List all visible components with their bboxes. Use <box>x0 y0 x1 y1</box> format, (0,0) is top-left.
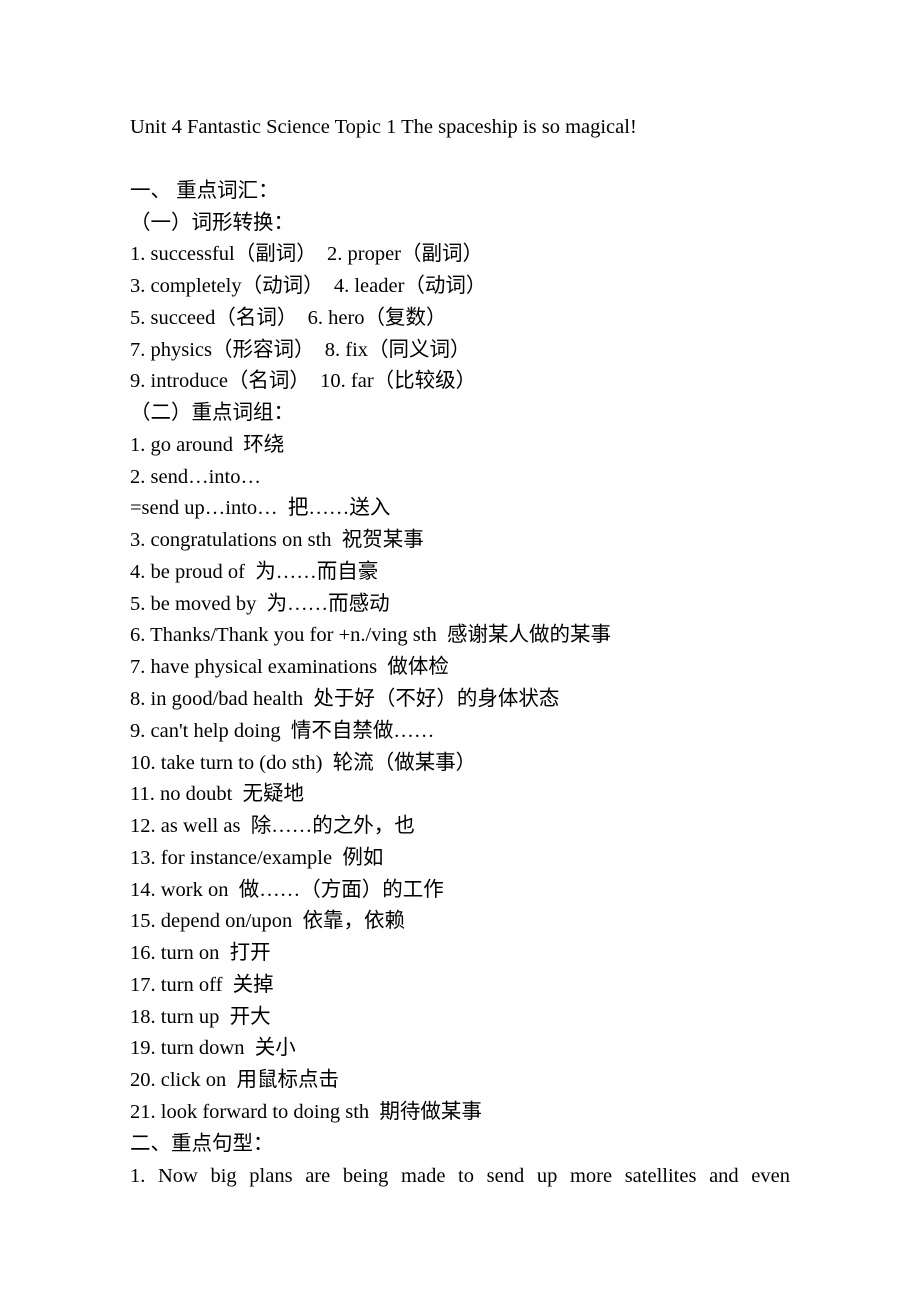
phrase-line-7: 6. Thanks/Thank you for +n./ving sth 感谢某… <box>130 620 790 652</box>
phrase-line-19: 18. turn up 开大 <box>130 1002 790 1034</box>
phrase-line-11: 10. take turn to (do sth) 轮流（做某事） <box>130 748 790 780</box>
phrase-line-1: 1. go around 环绕 <box>130 430 790 462</box>
form-line-2: 3. completely（动词） 4. leader（动词） <box>130 271 790 303</box>
phrase-line-9: 8. in good/bad health 处于好（不好）的身体状态 <box>130 684 790 716</box>
form-line-5: 9. introduce（名词） 10. far（比较级） <box>130 366 790 398</box>
section1-sub1-heading: （一）词形转换： <box>130 208 790 240</box>
phrase-line-13: 12. as well as 除……的之外，也 <box>130 811 790 843</box>
phrase-line-3: =send up…into… 把……送入 <box>130 493 790 525</box>
section1-sub2-heading: （二）重点词组： <box>130 398 790 430</box>
phrase-line-6: 5. be moved by 为……而感动 <box>130 589 790 621</box>
section1-heading: 一、 重点词汇： <box>130 176 790 208</box>
phrase-line-17: 16. turn on 打开 <box>130 938 790 970</box>
form-line-4: 7. physics（形容词） 8. fix（同义词） <box>130 335 790 367</box>
phrase-line-10: 9. can't help doing 情不自禁做…… <box>130 716 790 748</box>
phrase-line-4: 3. congratulations on sth 祝贺某事 <box>130 525 790 557</box>
phrase-line-18: 17. turn off 关掉 <box>130 970 790 1002</box>
phrase-line-15: 14. work on 做……（方面）的工作 <box>130 875 790 907</box>
phrase-line-22: 21. look forward to doing sth 期待做某事 <box>130 1097 790 1129</box>
phrase-line-20: 19. turn down 关小 <box>130 1033 790 1065</box>
phrase-line-21: 20. click on 用鼠标点击 <box>130 1065 790 1097</box>
phrase-line-16: 15. depend on/upon 依靠，依赖 <box>130 906 790 938</box>
sentence-line-1: 1. Now big plans are being made to send … <box>130 1161 790 1193</box>
form-line-1: 1. successful（副词） 2. proper（副词） <box>130 239 790 271</box>
phrase-line-5: 4. be proud of 为……而自豪 <box>130 557 790 589</box>
phrase-line-12: 11. no doubt 无疑地 <box>130 779 790 811</box>
phrase-line-2: 2. send…into… <box>130 462 790 494</box>
phrase-line-14: 13. for instance/example 例如 <box>130 843 790 875</box>
section2-heading: 二、重点句型： <box>130 1129 790 1161</box>
form-line-3: 5. succeed（名词） 6. hero（复数） <box>130 303 790 335</box>
unit-title: Unit 4 Fantastic Science Topic 1 The spa… <box>130 112 790 144</box>
phrase-line-8: 7. have physical examinations 做体检 <box>130 652 790 684</box>
